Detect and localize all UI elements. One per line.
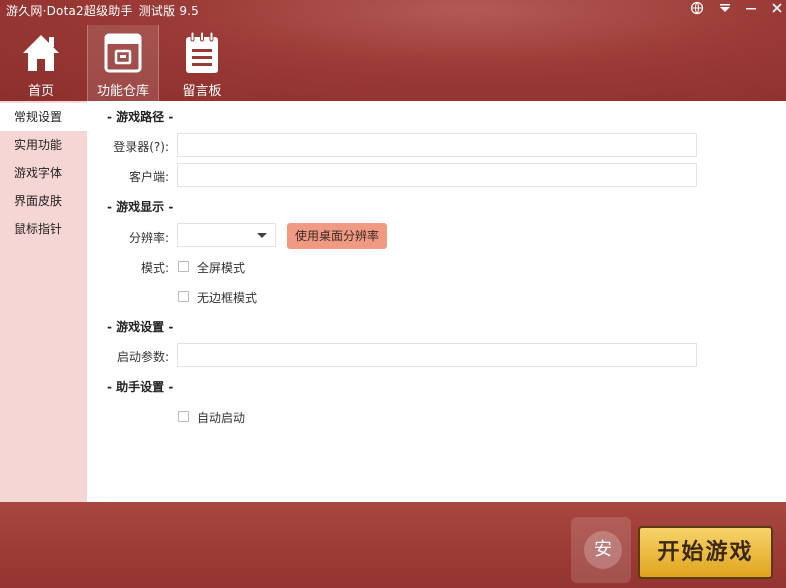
sidebar-item-skins[interactable]: 界面皮肤	[0, 187, 87, 215]
nav-warehouse[interactable]: 功能仓库	[87, 25, 159, 101]
shield-icon: 安	[584, 531, 622, 569]
close-icon[interactable]	[766, 0, 786, 16]
use-desktop-resolution-button[interactable]: 使用桌面分辨率	[287, 223, 387, 249]
notepad-icon	[186, 31, 218, 73]
client-path-input[interactable]	[177, 163, 697, 187]
sidebar-item-utilities[interactable]: 实用功能	[0, 131, 87, 159]
settings-sidebar: 常规设置 实用功能 游戏字体 界面皮肤 鼠标指针	[0, 101, 87, 502]
sidebar-item-cursor[interactable]: 鼠标指针	[0, 215, 87, 243]
settings-panel: - 游戏路径 - 登录器(?): 客户端: - 游戏显示 - 分辨率: 使用桌面…	[87, 101, 786, 502]
nav-home-label: 首页	[27, 84, 54, 99]
nav-home[interactable]: 首页	[6, 25, 76, 101]
app-header: 游久网·Dota2超级助手 测试版 9.5 首页 功能仓库 留言板	[0, 0, 786, 101]
app-version: 测试版 9.5	[138, 4, 200, 18]
start-game-button[interactable]: 开始游戏	[638, 526, 773, 579]
app-title: 游久网·Dota2超级助手	[6, 4, 133, 18]
borderless-label: 无边框模式	[197, 291, 258, 305]
minimize-icon[interactable]	[740, 0, 762, 16]
globe-icon[interactable]	[686, 0, 708, 16]
home-icon	[23, 35, 59, 71]
fullscreen-label: 全屏模式	[197, 261, 246, 275]
menu-icon[interactable]	[714, 0, 736, 16]
client-label: 客户端:	[128, 170, 169, 184]
autostart-checkbox[interactable]	[178, 411, 189, 422]
nav-message-board-label: 留言板	[182, 84, 222, 99]
mode-label: 模式:	[140, 261, 169, 275]
launch-params-input[interactable]	[177, 343, 697, 367]
warehouse-icon	[104, 33, 142, 73]
section-game-settings: - 游戏设置 -	[107, 320, 174, 334]
resolution-select[interactable]	[177, 223, 276, 247]
borderless-checkbox[interactable]	[178, 291, 189, 302]
section-helper-settings: - 助手设置 -	[107, 380, 174, 394]
resolution-label: 分辨率:	[128, 231, 169, 245]
nav-warehouse-label: 功能仓库	[96, 84, 149, 99]
launcher-path-input[interactable]	[177, 133, 697, 157]
nav-message-board[interactable]: 留言板	[167, 25, 237, 101]
section-game-display: - 游戏显示 -	[107, 200, 174, 214]
section-game-path: - 游戏路径 -	[107, 110, 174, 124]
fullscreen-checkbox[interactable]	[178, 261, 189, 272]
sidebar-item-fonts[interactable]: 游戏字体	[0, 159, 87, 187]
autostart-label: 自动启动	[197, 411, 246, 425]
sidebar-item-general[interactable]: 常规设置	[0, 103, 87, 131]
launch-params-label: 启动参数:	[116, 350, 169, 364]
chevron-down-icon	[257, 233, 267, 238]
window-title: 游久网·Dota2超级助手 测试版 9.5	[6, 2, 199, 19]
launcher-label: 登录器(?):	[113, 140, 169, 154]
